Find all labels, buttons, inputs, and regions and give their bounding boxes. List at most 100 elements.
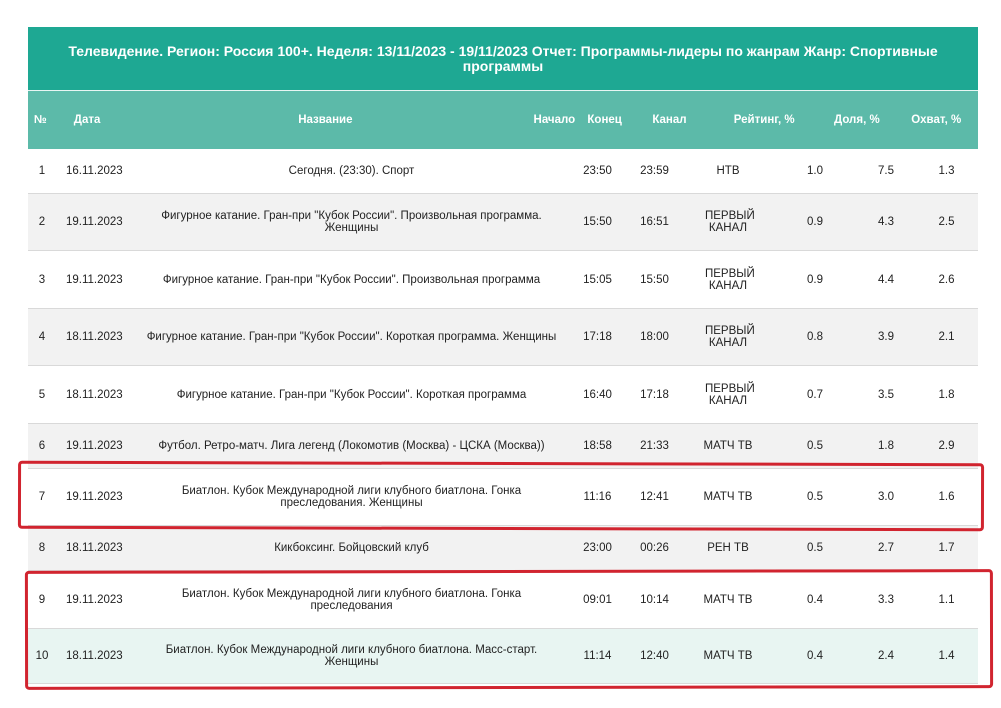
cell-num: 7 (38, 491, 46, 503)
cell-channel: МАТЧ ТВ (703, 440, 753, 452)
col-header-num[interactable]: № (28, 114, 53, 126)
cell-num: 10 (35, 650, 49, 662)
cell-num: 4 (38, 331, 46, 343)
table-row[interactable]: 7 19.11.2023 Биатлон. Кубок Международно… (28, 469, 978, 526)
cell-rating: 0.8 (807, 331, 823, 343)
cell-channel: МАТЧ ТВ (703, 593, 753, 606)
report-title: Телевидение. Регион: Россия 100+. Неделя… (28, 27, 978, 90)
cell-share: 3.9 (878, 331, 894, 343)
cell-end: 23:59 (640, 165, 669, 177)
col-header-reach[interactable]: Охват, % (894, 114, 978, 126)
col-header-share[interactable]: Доля, % (819, 114, 894, 126)
cell-rating: 0.5 (807, 491, 823, 503)
cell-channel: ПЕРВЫЙ КАНАЛ (705, 382, 755, 407)
cell-share: 3.3 (878, 593, 894, 606)
cell-end: 17:18 (640, 388, 669, 401)
cell-date: 18.11.2023 (66, 388, 123, 401)
cell-share: 1.8 (878, 440, 894, 452)
cell-num: 3 (38, 273, 46, 286)
cell-reach: 2.9 (938, 440, 955, 452)
cell-reach: 1.8 (938, 388, 955, 401)
cell-rating: 0.4 (807, 650, 823, 662)
col-header-start[interactable]: Начало (529, 114, 579, 126)
cell-name: Фигурное катание. Гран-при "Кубок России… (161, 210, 542, 234)
cell-share: 7.5 (878, 165, 894, 177)
cell-end: 18:00 (640, 331, 669, 343)
ratings-report: Телевидение. Регион: Россия 100+. Неделя… (28, 27, 978, 684)
col-header-date[interactable]: Дата (53, 114, 122, 126)
cell-name: Кикбоксинг. Бойцовский клуб (274, 542, 429, 554)
cell-reach: 1.7 (938, 542, 955, 554)
cell-channel: МАТЧ ТВ (703, 491, 753, 503)
cell-reach: 2.1 (938, 331, 955, 343)
cell-end: 16:51 (640, 216, 669, 228)
table-row[interactable]: 3 19.11.2023 Фигурное катание. Гран-при … (28, 251, 978, 309)
cell-share: 4.3 (878, 216, 894, 228)
cell-date: 16.11.2023 (66, 165, 123, 177)
col-header-channel[interactable]: Канал (630, 114, 709, 126)
cell-reach: 1.4 (938, 650, 955, 662)
col-header-name[interactable]: Название (122, 114, 530, 126)
cell-channel: ПЕРВЫЙ КАНАЛ (705, 210, 755, 234)
table-body: 1 16.11.2023 Сегодня. (23:30). Спорт 23:… (28, 149, 978, 684)
cell-name: Футбол. Ретро-матч. Лига легенд (Локомот… (158, 440, 545, 452)
cell-start: 23:50 (583, 165, 612, 177)
cell-start: 15:05 (583, 273, 612, 286)
table-row[interactable]: 9 19.11.2023 Биатлон. Кубок Международно… (28, 571, 978, 629)
cell-share: 3.5 (878, 388, 894, 401)
table-row[interactable]: 4 18.11.2023 Фигурное катание. Гран-при … (28, 309, 978, 366)
cell-date: 18.11.2023 (66, 331, 123, 343)
cell-num: 5 (38, 388, 46, 401)
cell-start: 11:14 (583, 650, 612, 662)
cell-rating: 0.5 (807, 542, 823, 554)
cell-num: 8 (38, 542, 46, 554)
table-row[interactable]: 8 18.11.2023 Кикбоксинг. Бойцовский клуб… (28, 526, 978, 571)
cell-name: Биатлон. Кубок Международной лиги клубно… (165, 644, 538, 668)
cell-channel: РЕН ТВ (707, 542, 749, 554)
cell-start: 11:16 (583, 491, 612, 503)
cell-reach: 2.6 (938, 273, 955, 286)
cell-rating: 0.5 (807, 440, 823, 452)
col-header-end[interactable]: Конец (580, 114, 630, 126)
cell-reach: 1.3 (938, 165, 955, 177)
cell-rating: 0.4 (807, 593, 823, 606)
cell-date: 18.11.2023 (66, 542, 123, 554)
cell-name: Сегодня. (23:30). Спорт (288, 165, 415, 177)
cell-date: 19.11.2023 (66, 440, 123, 452)
cell-reach: 1.1 (938, 593, 955, 606)
cell-rating: 1.0 (807, 165, 823, 177)
col-header-rating[interactable]: Рейтинг, % (709, 114, 819, 126)
cell-date: 19.11.2023 (66, 593, 123, 606)
cell-name: Биатлон. Кубок Международной лиги клубно… (181, 587, 522, 612)
cell-share: 3.0 (878, 491, 894, 503)
cell-end: 12:40 (640, 650, 669, 662)
cell-channel: ПЕРВЫЙ КАНАЛ (705, 267, 755, 292)
cell-share: 2.7 (878, 542, 894, 554)
cell-start: 23:00 (583, 542, 612, 554)
cell-date: 19.11.2023 (66, 216, 123, 228)
table-header: № Дата Название Начало Конец Канал Рейти… (28, 90, 978, 149)
cell-share: 2.4 (878, 650, 894, 662)
cell-end: 15:50 (640, 273, 669, 286)
table-row[interactable]: 6 19.11.2023 Футбол. Ретро-матч. Лига ле… (28, 424, 978, 469)
cell-rating: 0.9 (807, 273, 823, 286)
cell-rating: 0.9 (807, 216, 823, 228)
cell-start: 17:18 (583, 331, 612, 343)
cell-date: 19.11.2023 (66, 491, 123, 503)
cell-name: Фигурное катание. Гран-при "Кубок России… (146, 331, 557, 343)
cell-reach: 1.6 (938, 491, 955, 503)
cell-name: Биатлон. Кубок Международной лиги клубно… (181, 485, 522, 509)
table-row[interactable]: 2 19.11.2023 Фигурное катание. Гран-при … (28, 194, 978, 251)
table-row[interactable]: 5 18.11.2023 Фигурное катание. Гран-при … (28, 366, 978, 424)
table-row[interactable]: 1 16.11.2023 Сегодня. (23:30). Спорт 23:… (28, 149, 978, 194)
cell-name: Фигурное катание. Гран-при "Кубок России… (176, 388, 527, 401)
cell-date: 18.11.2023 (66, 650, 123, 662)
cell-start: 09:01 (583, 593, 612, 606)
table-row[interactable]: 10 18.11.2023 Биатлон. Кубок Международн… (28, 629, 978, 684)
cell-channel: НТВ (716, 165, 740, 177)
cell-start: 16:40 (583, 388, 612, 401)
cell-channel: ПЕРВЫЙ КАНАЛ (705, 325, 755, 349)
cell-rating: 0.7 (807, 388, 823, 401)
cell-name: Фигурное катание. Гран-при "Кубок России… (162, 273, 541, 286)
cell-num: 2 (38, 216, 46, 228)
